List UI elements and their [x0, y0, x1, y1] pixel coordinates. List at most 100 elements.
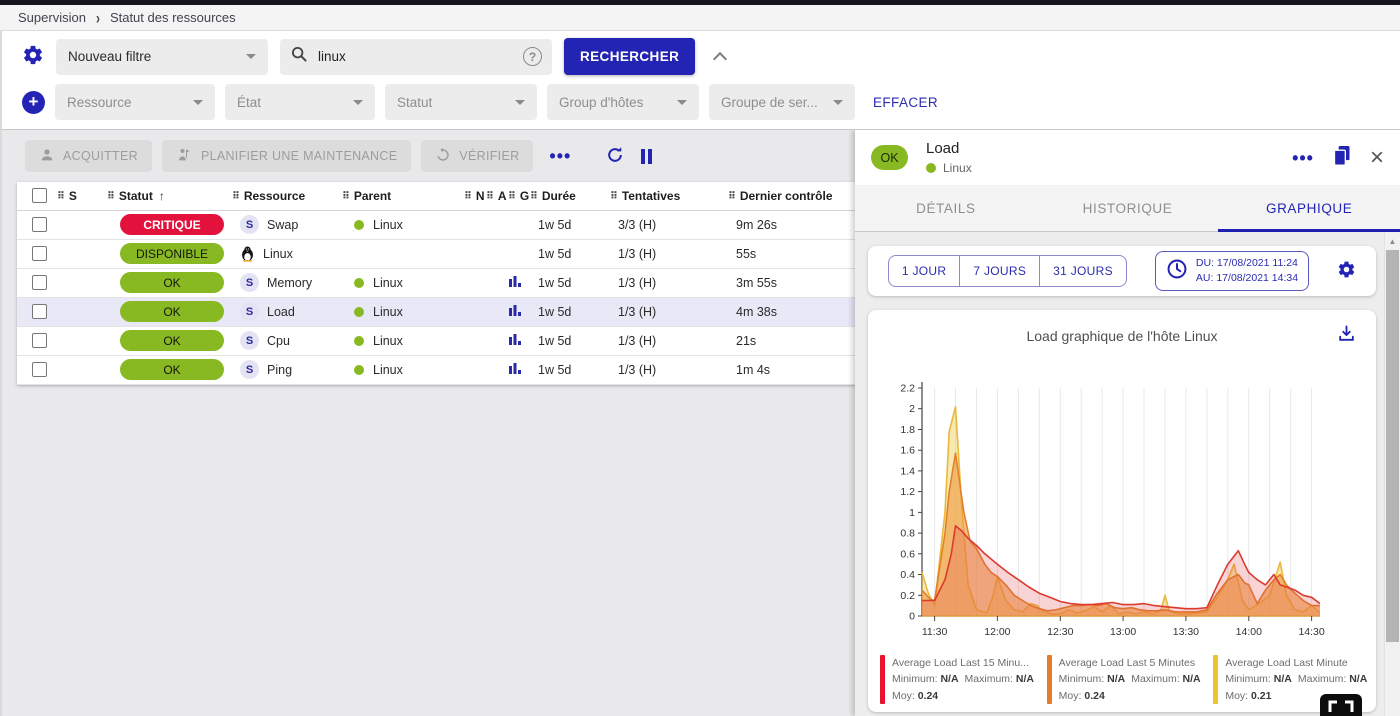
- service-icon: S: [240, 215, 259, 234]
- tab-historique[interactable]: HISTORIQUE: [1037, 185, 1219, 231]
- row-checkbox[interactable]: [32, 217, 47, 232]
- search-button[interactable]: RECHERCHER: [564, 38, 695, 75]
- panel-more-button[interactable]: •••: [1292, 153, 1314, 163]
- criteria-servicegroup-select[interactable]: Groupe de ser...: [709, 84, 855, 120]
- status-pill[interactable]: OK: [120, 272, 224, 293]
- breadcrumb-supervision[interactable]: Supervision: [18, 10, 86, 25]
- legend-item-load15[interactable]: Average Load Last 15 Minu... Minimum: N/…: [880, 655, 1037, 704]
- saved-filter-select[interactable]: Nouveau filtre: [56, 39, 268, 75]
- row-checkbox[interactable]: [32, 333, 47, 348]
- column-drag-handle[interactable]: ⠿: [342, 191, 350, 202]
- column-header-parent[interactable]: Parent: [354, 189, 391, 203]
- column-header-ressource[interactable]: Ressource: [244, 189, 305, 203]
- svg-text:11:30: 11:30: [922, 626, 948, 638]
- criteria-resource-select[interactable]: Ressource: [55, 84, 215, 120]
- search-help-icon[interactable]: ?: [523, 47, 542, 66]
- graph-icon[interactable]: [508, 274, 522, 288]
- row-checkbox[interactable]: [32, 304, 47, 319]
- date-to: AU: 17/08/2021 14:34: [1196, 271, 1298, 286]
- close-icon[interactable]: ×: [1370, 148, 1384, 168]
- status-pill[interactable]: DISPONIBLE: [120, 243, 224, 264]
- row-checkbox[interactable]: [32, 275, 47, 290]
- service-icon: S: [240, 273, 259, 292]
- column-drag-handle[interactable]: ⠿: [486, 191, 494, 202]
- scroll-up-arrow-icon[interactable]: ▲: [1385, 232, 1400, 246]
- svg-text:0.8: 0.8: [900, 528, 915, 540]
- status-pill[interactable]: OK: [120, 330, 224, 351]
- column-drag-handle[interactable]: ⠿: [610, 191, 618, 202]
- criteria-status-select[interactable]: Statut: [385, 84, 537, 120]
- tab-details[interactable]: DÉTAILS: [855, 185, 1037, 231]
- status-pill[interactable]: OK: [120, 359, 224, 380]
- search-box[interactable]: ?: [280, 39, 552, 75]
- table-row[interactable]: OKSPingLinux1w 5d1/3 (H)1m 4s: [17, 355, 857, 384]
- filter-settings-button[interactable]: [22, 44, 44, 69]
- breadcrumb: Supervision › Statut des ressources: [0, 5, 1400, 31]
- column-header-dernier-controle[interactable]: Dernier contrôle: [740, 189, 833, 203]
- pause-refresh-button[interactable]: [641, 149, 652, 164]
- column-drag-handle[interactable]: ⠿: [508, 191, 516, 202]
- column-drag-handle[interactable]: ⠿: [57, 191, 65, 202]
- column-header-statut[interactable]: Statut: [119, 189, 153, 203]
- panel-tabs: DÉTAILS HISTORIQUE GRAPHIQUE: [855, 185, 1400, 232]
- more-actions-button[interactable]: •••: [549, 151, 571, 161]
- last-check-cell: 21s: [728, 326, 857, 355]
- column-header-a[interactable]: A: [498, 189, 507, 203]
- tab-graphique[interactable]: GRAPHIQUE: [1218, 185, 1400, 231]
- graph-icon[interactable]: [508, 303, 522, 317]
- pause-icon: [641, 149, 652, 164]
- graph-icon[interactable]: [508, 332, 522, 346]
- breadcrumb-statut-des-ressources[interactable]: Statut des ressources: [110, 10, 236, 25]
- range-7-days-button[interactable]: 7 JOURS: [960, 255, 1040, 287]
- status-pill[interactable]: OK: [120, 301, 224, 322]
- range-31-days-button[interactable]: 31 JOURS: [1040, 255, 1127, 287]
- column-drag-handle[interactable]: ⠿: [728, 191, 736, 202]
- export-graph-button[interactable]: [1337, 324, 1356, 346]
- scrollbar-thumb[interactable]: [1386, 250, 1399, 642]
- column-drag-handle[interactable]: ⠿: [530, 191, 538, 202]
- criteria-hostgroup-select[interactable]: Group d'hôtes: [547, 84, 699, 120]
- maintenance-worker-icon: [176, 147, 193, 166]
- add-criteria-button[interactable]: +: [22, 91, 45, 114]
- graph-settings-button[interactable]: [1337, 260, 1356, 282]
- legend-item-load5[interactable]: Average Load Last 5 Minutes Minimum: N/A…: [1047, 655, 1204, 704]
- column-header-g[interactable]: G: [520, 189, 529, 203]
- table-row[interactable]: DISPONIBLELinux1w 5d1/3 (H)55s: [17, 239, 857, 268]
- service-icon: S: [240, 302, 259, 321]
- date-range-picker[interactable]: DU: 17/08/2021 11:24 AU: 17/08/2021 14:3…: [1155, 251, 1309, 291]
- table-row[interactable]: OKSLoadLinux1w 5d1/3 (H)4m 38s: [17, 297, 857, 326]
- table-row[interactable]: OKSCpuLinux1w 5d1/3 (H)21s: [17, 326, 857, 355]
- column-header-s[interactable]: S: [69, 189, 77, 203]
- parent-cell: Linux: [342, 210, 464, 239]
- graph-icon[interactable]: [508, 361, 522, 375]
- table-row[interactable]: CRITIQUESSwapLinux1w 5d3/3 (H)9m 26s: [17, 210, 857, 239]
- table-row[interactable]: OKSMemoryLinux1w 5d1/3 (H)3m 55s: [17, 268, 857, 297]
- legend-swatch-red: [880, 655, 885, 704]
- column-drag-handle[interactable]: ⠿: [464, 191, 472, 202]
- collapse-filters-chevron-icon[interactable]: [713, 51, 727, 65]
- refresh-button[interactable]: [605, 145, 625, 168]
- search-input[interactable]: [318, 49, 513, 64]
- screen-capture-badge: [1320, 694, 1362, 716]
- column-drag-handle[interactable]: ⠿: [232, 191, 240, 202]
- check-button[interactable]: VÉRIFIER: [421, 140, 533, 172]
- column-header-n[interactable]: N: [476, 189, 485, 203]
- schedule-maintenance-button[interactable]: PLANIFIER UNE MAINTENANCE: [162, 140, 411, 172]
- row-checkbox[interactable]: [32, 362, 47, 377]
- copy-link-button[interactable]: [1332, 145, 1352, 170]
- range-1-day-button[interactable]: 1 JOUR: [888, 255, 960, 287]
- criteria-state-select[interactable]: État: [225, 84, 375, 120]
- load-chart-svg[interactable]: 00.20.40.60.811.21.41.61.822.211:3012:00…: [872, 374, 1370, 662]
- chevron-down-icon: [246, 54, 256, 59]
- gear-icon: [1337, 260, 1356, 282]
- column-header-duree[interactable]: Durée: [542, 189, 576, 203]
- select-all-checkbox[interactable]: [32, 188, 47, 203]
- panel-scrollbar[interactable]: ▲: [1384, 232, 1400, 716]
- row-checkbox[interactable]: [32, 246, 47, 261]
- column-drag-handle[interactable]: ⠿: [107, 191, 115, 202]
- status-pill[interactable]: CRITIQUE: [120, 214, 224, 235]
- column-header-tentatives[interactable]: Tentatives: [622, 189, 680, 203]
- acknowledge-button[interactable]: ACQUITTER: [25, 140, 152, 172]
- clear-filters-button[interactable]: EFFACER: [873, 95, 938, 110]
- sort-asc-icon[interactable]: ↑: [159, 189, 165, 203]
